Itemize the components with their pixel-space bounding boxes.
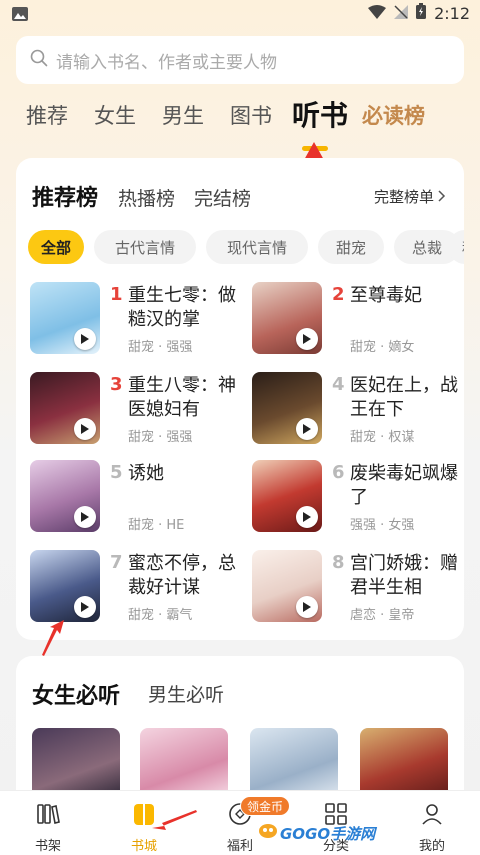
play-icon[interactable] [296,418,318,440]
book-tags: 甜宠 · 强强 [128,340,193,355]
book-title: 废柴毒妃飒爆了 [350,463,458,508]
coin-badge[interactable]: 领金币 [240,796,291,816]
nav-label: 书架 [34,839,61,854]
tab-male-must-listen[interactable]: 男生必听 [148,680,224,707]
nav-label: 我的 [418,839,445,854]
book-cover [252,372,322,444]
book-title: 重生七零：做糙汉的掌 [128,285,236,330]
book-title: 蜜恋不停，总裁好计谋 [128,553,236,598]
book-item[interactable]: 4 医妃在上，战王在下 甜宠 · 权谋 [252,372,462,446]
tab-recommend[interactable]: 推荐 [26,100,68,130]
status-time: 2:12 [434,3,470,23]
play-icon[interactable] [74,596,96,618]
book-cover [30,372,100,444]
chip-ancient-romance[interactable]: 古代言情 [94,230,196,264]
annotation-arrow-diagonal [42,620,64,656]
book-item[interactable]: 1 重生七零：做糙汉的掌 甜宠 · 强强 [30,282,240,356]
chip-modern-romance[interactable]: 现代言情 [206,230,308,264]
rank-number: 4 [332,374,345,395]
chevron-right-icon [438,188,446,206]
annotation-arrow-left [152,810,197,830]
watermark-text: GOGO手游网 [280,824,376,843]
tab-audiobooks[interactable]: 听书 [292,94,348,134]
rank-number: 8 [332,552,345,573]
status-bar: 2:12 [0,0,480,30]
book-item[interactable]: 5 诱她 甜宠 · HE [30,460,240,534]
book-tags: 虐恋 · 皇帝 [350,608,415,623]
tab-recommend-rank[interactable]: 推荐榜 [32,180,98,212]
book-title: 宫门娇娥：赠君半生相 [350,553,458,598]
full-list-link[interactable]: 完整榜单 [374,186,446,207]
chip-sweet[interactable]: 甜宠 [318,230,384,264]
rank-number: 6 [332,462,345,483]
play-icon[interactable] [74,506,96,528]
book-title: 重生八零：神医媳妇有 [128,375,236,420]
must-listen-card: 女生必听 男生必听 [16,656,464,806]
book-cover [252,282,322,354]
rank-number: 3 [110,374,123,395]
tab-hot-rank[interactable]: 热播榜 [118,184,175,211]
bookshelf-icon [35,801,61,831]
book-tags: 甜宠 · HE [128,518,185,533]
nav-bookshelf[interactable]: 书架 [18,801,78,854]
search-placeholder: 请输入书名、作者或主要人物 [56,52,277,73]
play-icon[interactable] [74,328,96,350]
book-tags: 强强 · 女强 [350,518,415,533]
nav-label: 福利 [226,839,253,854]
user-icon [419,801,445,831]
book-item[interactable]: 2 至尊毒妃 甜宠 · 嫡女 [252,282,462,356]
play-icon[interactable] [296,596,318,618]
search-icon [30,49,48,71]
book-tags: 甜宠 · 霸气 [128,608,193,623]
wifi-icon [368,4,387,23]
play-icon[interactable] [296,506,318,528]
full-list-label: 完整榜单 [373,188,434,206]
play-icon[interactable] [74,418,96,440]
book-title: 诱她 [128,463,164,484]
category-chips: 全部 古代言情 现代言情 甜宠 总裁 种田 [28,230,464,266]
rank-number: 1 [110,284,123,305]
book-cover [30,460,100,532]
no-signal-icon [394,4,409,23]
book-tags: 甜宠 · 权谋 [350,430,415,445]
rank-number: 2 [332,284,345,305]
bottom-nav: 书架 书城 福利 分类 我的 [0,790,480,855]
tab-must-read[interactable]: 必读榜 [362,100,425,130]
ranking-card: 推荐榜 热播榜 完结榜 完整榜单 全部 古代言情 现代言情 甜宠 总裁 种田 1… [16,158,464,640]
rank-number: 7 [110,552,123,573]
book-tags: 甜宠 · 强强 [128,430,193,445]
tab-female-must-listen[interactable]: 女生必听 [32,678,120,710]
search-input[interactable]: 请输入书名、作者或主要人物 [16,36,464,84]
tab-male[interactable]: 男生 [162,100,204,130]
gallery-notification-icon [12,6,28,25]
book-item[interactable]: 6 废柴毒妃飒爆了 强强 · 女强 [252,460,462,534]
book-cover [30,282,100,354]
tab-finished-rank[interactable]: 完结榜 [194,184,251,211]
nav-profile[interactable]: 我的 [402,801,462,854]
book-item[interactable]: 3 重生八零：神医媳妇有 甜宠 · 强强 [30,372,240,446]
play-icon[interactable] [296,328,318,350]
chip-all[interactable]: 全部 [28,230,84,264]
book-cover [252,460,322,532]
book-title: 医妃在上，战王在下 [350,375,458,420]
book-item[interactable]: 7 蜜恋不停，总裁好计谋 甜宠 · 霸气 [30,550,240,624]
book-cover [252,550,322,622]
tab-books[interactable]: 图书 [230,100,272,130]
watermark: GOGO手游网 [258,822,375,844]
watermark-logo-icon [258,822,278,844]
battery-icon [416,3,427,23]
rank-number: 5 [110,462,123,483]
nav-label: 书城 [130,839,157,854]
book-title: 至尊毒妃 [350,285,422,306]
book-cover [30,550,100,622]
book-item[interactable]: 8 宫门娇娥：赠君半生相 虐恋 · 皇帝 [252,550,462,624]
book-tags: 甜宠 · 嫡女 [350,340,415,355]
tab-female[interactable]: 女生 [94,100,136,130]
